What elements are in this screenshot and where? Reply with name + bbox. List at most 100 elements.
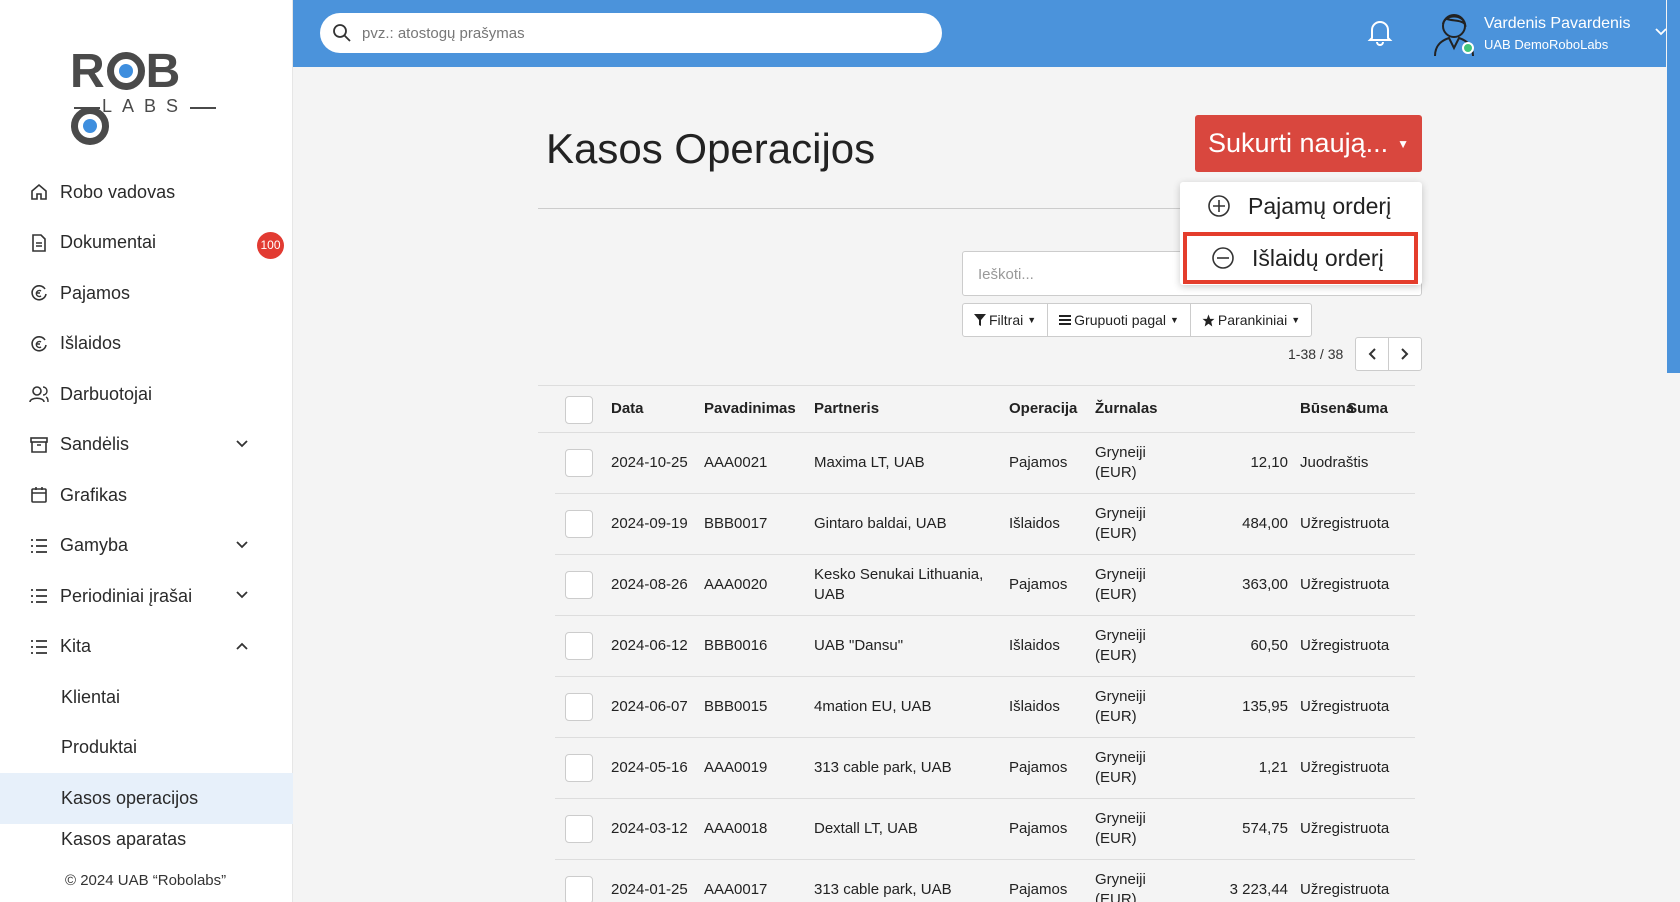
cell-status: Užregistruota — [1300, 576, 1390, 593]
sidebar-item-islaidos[interactable]: Išlaidos — [0, 319, 293, 370]
chevron-up-icon[interactable] — [235, 639, 249, 653]
cell-partner: Kesko Senukai Lithuania, UAB — [814, 566, 984, 603]
cell-status: Užregistruota — [1300, 881, 1390, 898]
cell-name: BBB0017 — [704, 515, 768, 532]
sidebar-item-pajamos[interactable]: Pajamos — [0, 268, 293, 319]
sidebar-item-label: Darbuotojai — [60, 383, 153, 404]
cell-operation: Pajamos — [1009, 454, 1068, 471]
chevron-down-icon[interactable] — [235, 538, 249, 552]
table-row[interactable]: 2024-06-12 BBB0016 UAB "Dansu" Išlaidos Gryn… — [555, 616, 1415, 677]
sidebar-item-periodiniai-irasai[interactable]: Periodiniai įrašai — [0, 571, 293, 622]
cell-name: AAA0017 — [704, 881, 768, 898]
row-checkbox[interactable] — [565, 510, 593, 538]
bell-icon[interactable] — [1367, 18, 1393, 46]
robolabs-logo[interactable]: RB LABS — [70, 44, 220, 145]
list-icon — [28, 535, 50, 557]
archive-icon — [28, 434, 50, 456]
row-checkbox[interactable] — [565, 571, 593, 599]
column-header-journal[interactable]: Žurnalas — [1095, 386, 1158, 432]
next-page-button[interactable] — [1388, 337, 1422, 371]
chevron-right-icon — [1401, 348, 1409, 360]
cell-operation: Išlaidos — [1009, 698, 1060, 715]
sidebar-item-sandelis[interactable]: Sandėlis — [0, 420, 293, 471]
sidebar-item-kita[interactable]: Kita — [0, 622, 293, 673]
group-by-button[interactable]: Grupuoti pagal ▼ — [1047, 303, 1191, 337]
cell-name: BBB0015 — [704, 698, 768, 715]
row-checkbox[interactable] — [565, 754, 593, 782]
row-checkbox[interactable] — [565, 815, 593, 843]
sidebar-item-label: Periodiniai įrašai — [60, 585, 193, 606]
menu-item-islaidu-orderi[interactable]: Išlaidų orderį — [1183, 232, 1418, 284]
table-row[interactable]: 2024-08-26 AAA0020 Kesko Senukai Lithuania… — [555, 555, 1415, 616]
sidebar-item-label: Gamyba — [60, 535, 129, 556]
cell-date: 2024-09-19 — [611, 515, 688, 532]
cell-partner: UAB "Dansu" — [814, 637, 904, 654]
scrollbar-thumb[interactable] — [1667, 0, 1680, 373]
users-icon — [28, 383, 50, 405]
cell-sum: 60,50 — [1250, 637, 1288, 654]
favorites-button[interactable]: Parankiniai ▼ — [1189, 303, 1313, 337]
chevron-down-icon[interactable] — [235, 437, 249, 451]
income-icon — [28, 282, 50, 304]
sidebar-nav: Robo vadovas Dokumentai 100 Pajamos Išla… — [0, 167, 293, 850]
column-header-date[interactable]: Data — [611, 386, 644, 432]
row-checkbox[interactable] — [565, 876, 593, 902]
sidebar-item-darbuotojai[interactable]: Darbuotojai — [0, 369, 293, 420]
menu-item-pajamu-orderi[interactable]: Pajamų orderį — [1180, 182, 1422, 230]
table-row[interactable]: 2024-10-25 AAA0021 Maxima LT, UAB Pajamos Gr… — [555, 433, 1415, 494]
cell-operation: Pajamos — [1009, 576, 1068, 593]
user-company[interactable]: UAB DemoRoboLabs — [1484, 37, 1608, 52]
cell-sum: 135,95 — [1242, 698, 1288, 715]
sidebar-item-grafikas[interactable]: Grafikas — [0, 470, 293, 521]
row-checkbox[interactable] — [565, 693, 593, 721]
prev-page-button[interactable] — [1355, 337, 1389, 371]
menu-item-label: Pajamų orderį — [1248, 192, 1392, 219]
search-icon — [333, 24, 351, 42]
bars-icon — [1059, 314, 1072, 326]
cell-date: 2024-10-25 — [611, 454, 688, 471]
cell-partner: 313 cable park, UAB — [814, 881, 952, 898]
sidebar-item-dokumentai[interactable]: Dokumentai 100 — [0, 218, 293, 269]
chevron-down-icon[interactable] — [235, 588, 249, 602]
cell-journal: Gryneiji (EUR) — [1095, 749, 1146, 786]
expense-icon — [28, 333, 50, 355]
column-header-name[interactable]: Pavadinimas — [704, 386, 796, 432]
document-icon — [28, 232, 50, 254]
global-search-input[interactable]: pvz.: atostogų prašymas — [320, 13, 942, 53]
cell-name: AAA0019 — [704, 759, 768, 776]
column-header-status[interactable]: Būsena — [1300, 386, 1354, 432]
table-body: 2024-10-25 AAA0021 Maxima LT, UAB Pajamos Gr… — [538, 433, 1415, 902]
sidebar-item-robo-vadovas[interactable]: Robo vadovas — [0, 167, 293, 218]
table-row[interactable]: 2024-03-12 AAA0018 Dextall LT, UAB Pajamos G… — [555, 799, 1415, 860]
sidebar-subitem-kasos-aparatas[interactable]: Kasos aparatas — [0, 824, 293, 850]
sidebar: RB LABS Robo vadovas Dokumentai 100 Paja… — [0, 0, 293, 902]
row-checkbox[interactable] — [565, 449, 593, 477]
sidebar-subitem-kasos-operacijos[interactable]: Kasos operacijos — [0, 773, 293, 824]
cell-sum: 363,00 — [1242, 576, 1288, 593]
cell-date: 2024-03-12 — [611, 820, 688, 837]
sidebar-item-gamyba[interactable]: Gamyba — [0, 521, 293, 572]
sidebar-subitem-produktai[interactable]: Produktai — [0, 723, 293, 774]
cell-status: Juodraštis — [1300, 454, 1369, 471]
cell-status: Užregistruota — [1300, 759, 1390, 776]
topbar: pvz.: atostogų prašymas Vardenis Pavarde… — [293, 0, 1680, 67]
row-checkbox[interactable] — [565, 632, 593, 660]
cell-date: 2024-08-26 — [611, 576, 688, 593]
user-name[interactable]: Vardenis Pavardenis — [1484, 15, 1630, 33]
column-header-operation[interactable]: Operacija — [1009, 386, 1077, 432]
table-row[interactable]: 2024-01-25 AAA0017 313 cable park, UAB Paja… — [555, 860, 1415, 902]
sidebar-subitem-klientai[interactable]: Klientai — [0, 672, 293, 723]
pagination-text: 1-38 / 38 — [1288, 346, 1344, 362]
table-row[interactable]: 2024-05-16 AAA0019 313 cable park, UAB Paja… — [555, 738, 1415, 799]
create-new-button[interactable]: Sukurti naują... ▼ — [1195, 115, 1422, 172]
column-header-partner[interactable]: Partneris — [814, 386, 879, 432]
filters-button[interactable]: Filtrai ▼ — [962, 303, 1049, 337]
table-row[interactable]: 2024-06-07 BBB0015 4mation EU, UAB Išlaidos… — [555, 677, 1415, 738]
cell-status: Užregistruota — [1300, 515, 1390, 532]
table-row[interactable]: 2024-09-19 BBB0017 Gintaro baldai, UAB Išla… — [555, 494, 1415, 555]
search-placeholder: pvz.: atostogų prašymas — [362, 25, 525, 42]
cell-status: Užregistruota — [1300, 820, 1390, 837]
select-all-checkbox[interactable] — [565, 396, 593, 424]
sidebar-item-label: Robo vadovas — [60, 181, 176, 202]
sidebar-item-label: Pajamos — [60, 282, 131, 303]
